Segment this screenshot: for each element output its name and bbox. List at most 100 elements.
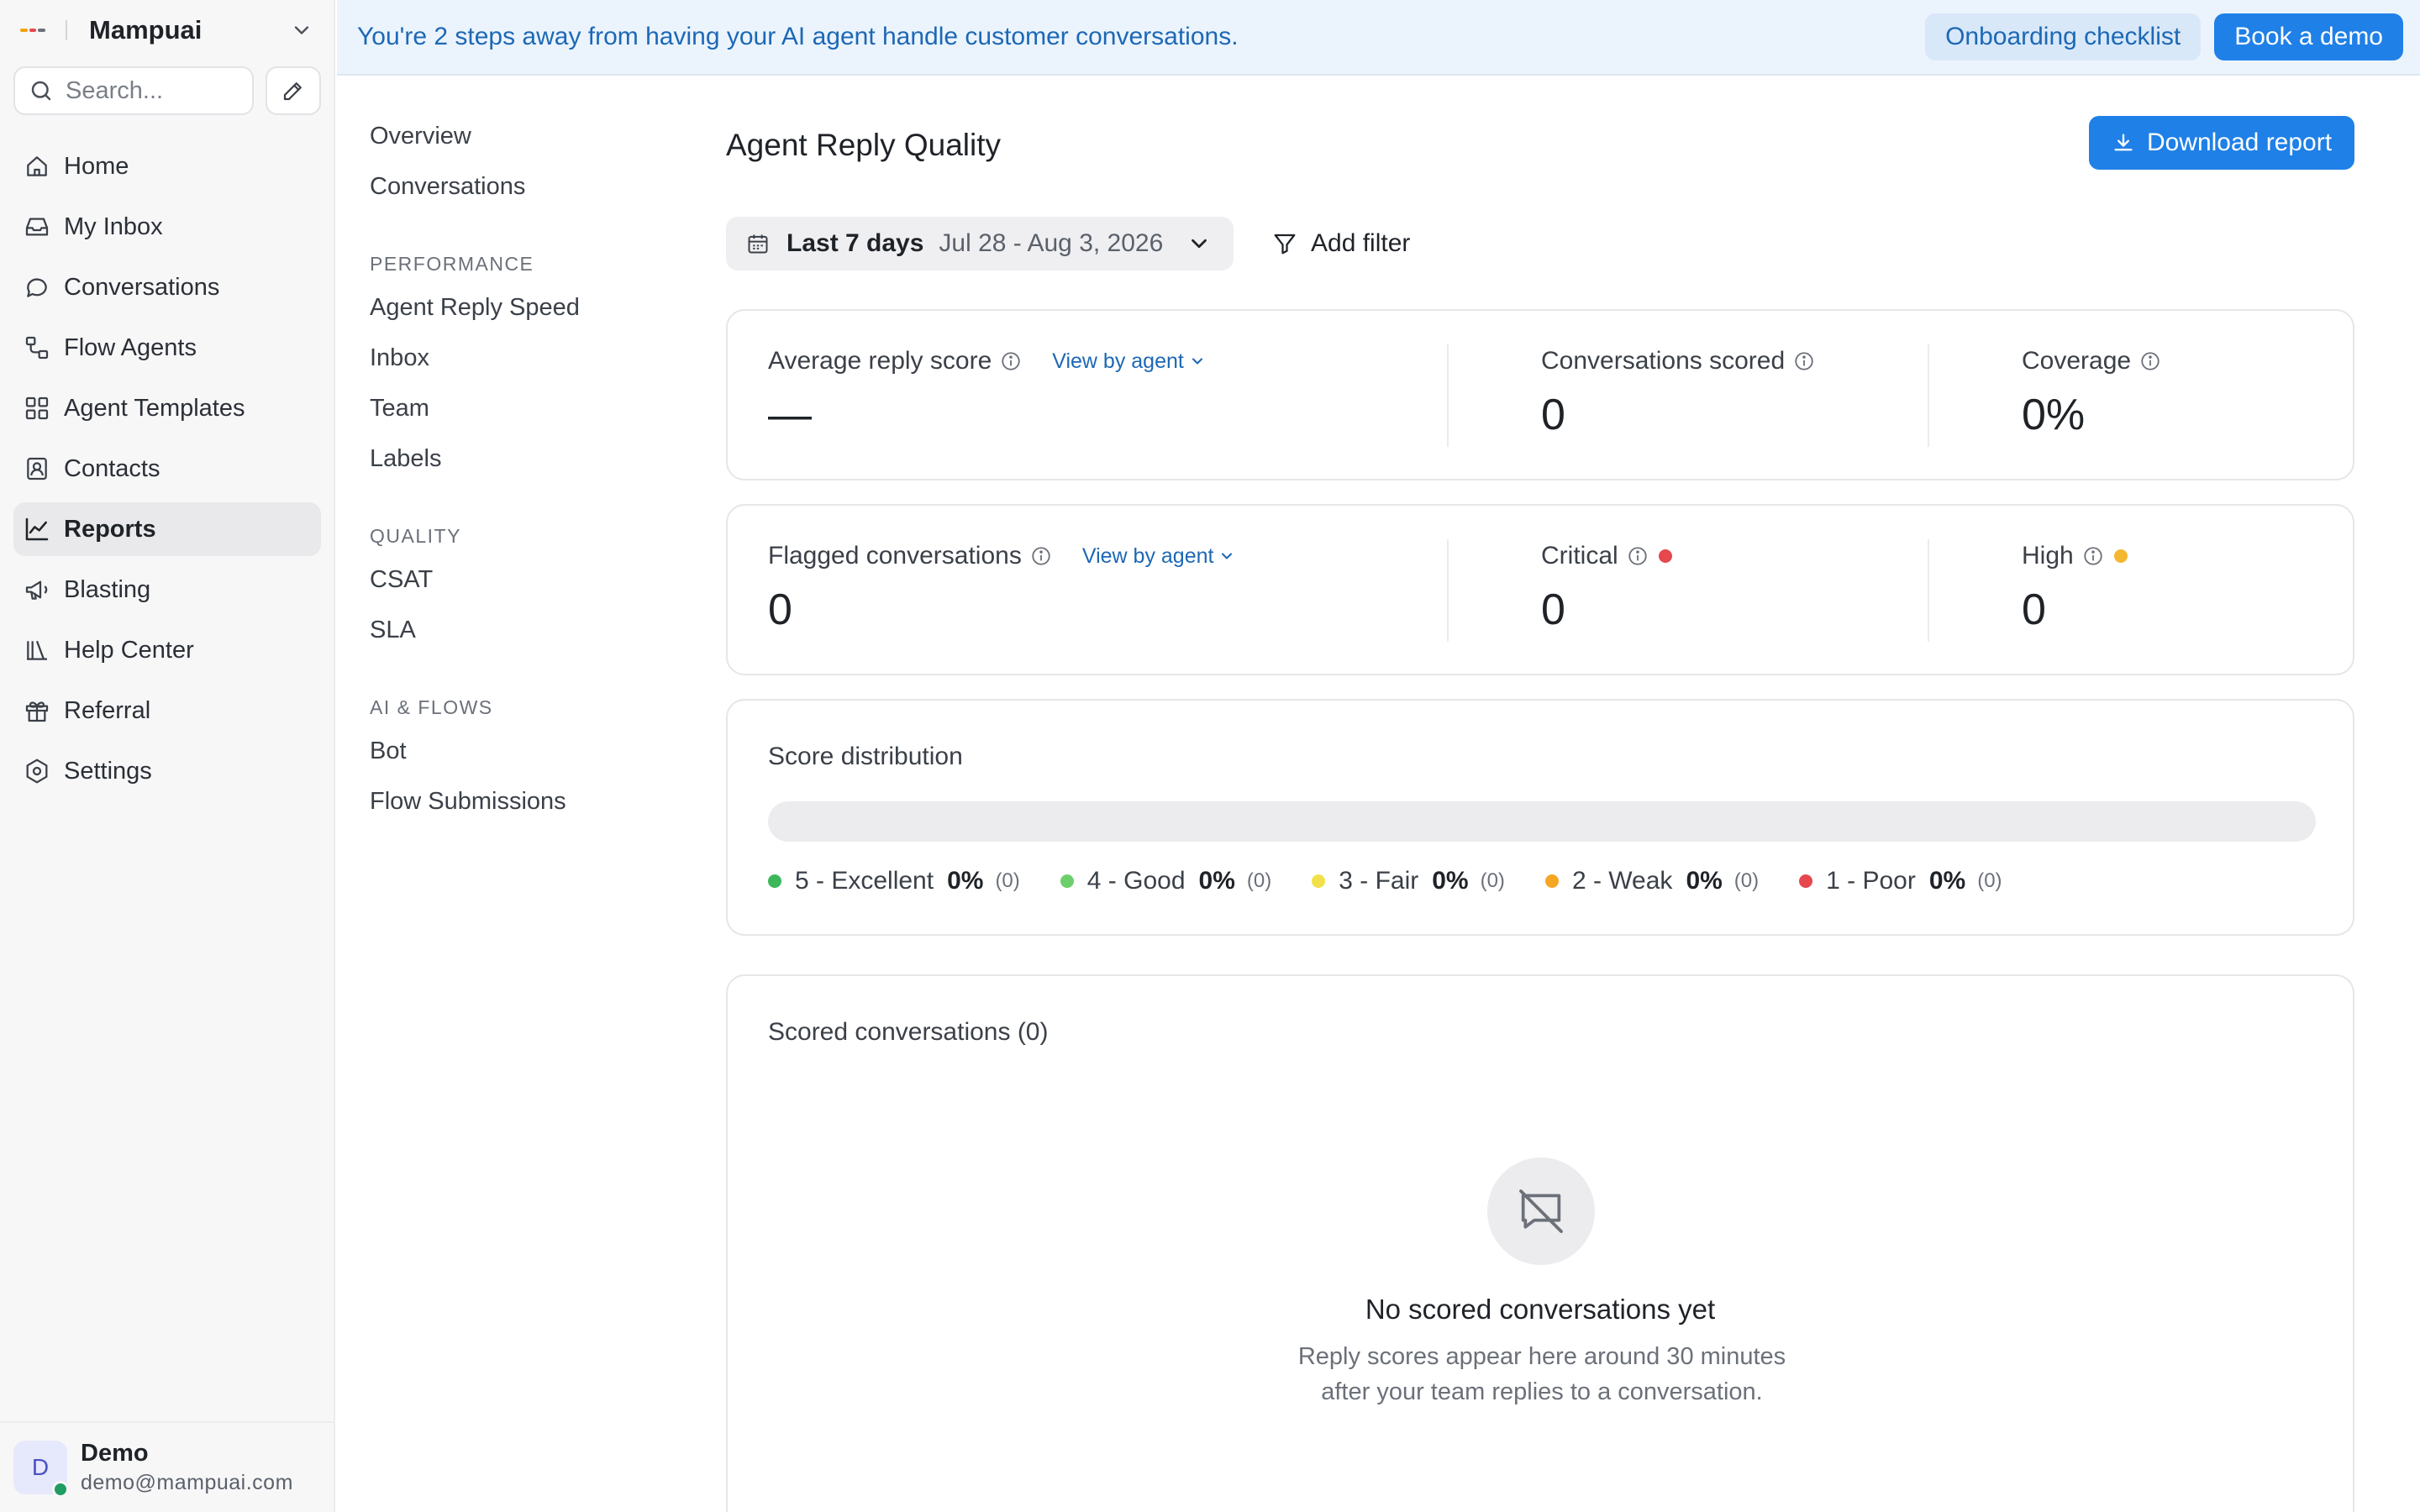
- compose-button[interactable]: [266, 66, 321, 115]
- info-icon[interactable]: [1030, 545, 1052, 567]
- info-icon[interactable]: [1627, 545, 1649, 567]
- legend-percent: 0%: [1432, 867, 1469, 895]
- sidebar-item-help-center[interactable]: Help Center: [13, 623, 321, 677]
- info-icon[interactable]: [1793, 350, 1815, 372]
- subnav-item-inbox[interactable]: Inbox: [370, 333, 672, 383]
- average-reply-score-label: Average reply score: [768, 347, 992, 375]
- onboarding-banner: You're 2 steps away from having your AI …: [337, 0, 2420, 76]
- sidebar-item-reports[interactable]: Reports: [13, 502, 321, 556]
- sidebar-item-flow-agents[interactable]: Flow Agents: [13, 321, 321, 375]
- sidebar-item-label: Contacts: [64, 454, 160, 482]
- score-distribution-bar: [768, 801, 2316, 842]
- coverage-label: Coverage: [2022, 347, 2132, 375]
- workspace-logo: [20, 28, 46, 33]
- sidebar-nav: Home My Inbox Conversations Flow Agents …: [13, 139, 321, 805]
- reports-subnav: Overview Conversations PERFORMANCE Agent…: [370, 111, 672, 827]
- subnav-item-agent-reply-speed[interactable]: Agent Reply Speed: [370, 282, 672, 333]
- legend-count: (0): [995, 869, 1020, 892]
- chevron-down-icon: [1213, 548, 1235, 564]
- subnav-item-conversations[interactable]: Conversations: [370, 161, 672, 212]
- summary-card: Average reply score View by agent — Conv…: [726, 309, 2354, 480]
- sidebar-item-conversations[interactable]: Conversations: [13, 260, 321, 314]
- download-report-button[interactable]: Download report: [2089, 116, 2354, 170]
- chevron-down-icon: [1184, 353, 1206, 370]
- legend-label: 1 - Poor: [1826, 867, 1916, 895]
- online-status-dot: [52, 1481, 69, 1498]
- home-icon: [24, 153, 64, 180]
- avatar: D: [13, 1441, 69, 1498]
- view-by-agent-link[interactable]: View by agent: [1052, 349, 1206, 374]
- conversations-scored-value: 0: [1541, 391, 1565, 439]
- score-distribution-card: Score distribution 5 - Excellent 0% (0) …: [726, 699, 2354, 936]
- sidebar-item-home[interactable]: Home: [13, 139, 321, 193]
- sidebar-item-label: Blasting: [64, 575, 151, 603]
- legend-dot: [1799, 874, 1813, 888]
- critical-value: 0: [1541, 585, 1565, 634]
- chevron-down-icon: [1186, 231, 1212, 256]
- sidebar-item-label: Help Center: [64, 636, 194, 664]
- subnav-item-csat[interactable]: CSAT: [370, 554, 672, 605]
- subnav-item-overview[interactable]: Overview: [370, 111, 672, 161]
- workspace-switcher[interactable]: Mampuai: [0, 0, 335, 60]
- flagged-conversations-label: Flagged conversations: [768, 542, 1022, 570]
- sidebar-item-my-inbox[interactable]: My Inbox: [13, 200, 321, 254]
- info-icon[interactable]: [1000, 350, 1022, 372]
- empty-state-description: Reply scores appear here around 30 minut…: [1297, 1343, 1786, 1405]
- search-input[interactable]: [66, 76, 234, 105]
- library-icon: [24, 637, 64, 664]
- download-report-label: Download report: [2146, 129, 2333, 156]
- high-severity-dot: [2113, 549, 2128, 563]
- subnav-heading-quality: QUALITY: [370, 525, 461, 547]
- empty-state-title: No scored conversations yet: [1365, 1294, 1716, 1325]
- search-box[interactable]: [13, 66, 254, 115]
- date-range-picker[interactable]: Last 7 days Jul 28 - Aug 3, 2026: [726, 217, 1234, 270]
- conversations-scored-metric: Conversations scored 0: [1541, 344, 1815, 440]
- user-email: demo@mampuai.com: [81, 1471, 293, 1494]
- sidebar-item-label: Flow Agents: [64, 333, 197, 361]
- legend-percent: 0%: [947, 867, 984, 895]
- legend-dot: [1544, 874, 1559, 888]
- onboarding-checklist-button[interactable]: Onboarding checklist: [1925, 13, 2202, 60]
- gift-icon: [24, 697, 64, 724]
- subnav-item-labels[interactable]: Labels: [370, 433, 672, 484]
- critical-label: Critical: [1541, 542, 1618, 570]
- sidebar-item-label: My Inbox: [64, 213, 163, 240]
- avatar-initial: D: [31, 1454, 50, 1480]
- info-icon[interactable]: [2082, 545, 2104, 567]
- legend-percent: 0%: [1198, 867, 1235, 895]
- sidebar-item-settings[interactable]: Settings: [13, 744, 321, 798]
- score-distribution-title: Score distribution: [768, 743, 963, 770]
- scored-conversations-title: Scored conversations (0): [768, 1018, 1049, 1046]
- sidebar-item-label: Referral: [64, 696, 151, 724]
- subnav-item-team[interactable]: Team: [370, 383, 672, 433]
- page-title: Agent Reply Quality: [726, 128, 1002, 162]
- legend-count: (0): [1733, 869, 1760, 892]
- legend-label: 5 - Excellent: [795, 867, 934, 895]
- sidebar-item-blasting[interactable]: Blasting: [13, 563, 321, 617]
- legend-item-good: 4 - Good 0% (0): [1060, 867, 1271, 895]
- info-icon[interactable]: [2139, 350, 2161, 372]
- chat-bubble-icon: [24, 274, 64, 301]
- legend-label: 2 - Weak: [1571, 867, 1673, 895]
- add-filter-button[interactable]: Add filter: [1272, 217, 1410, 270]
- sidebar-item-agent-templates[interactable]: Agent Templates: [13, 381, 321, 435]
- subnav-item-sla[interactable]: SLA: [370, 605, 672, 655]
- legend-item-weak: 2 - Weak 0% (0): [1544, 867, 1760, 895]
- sidebar: Mampuai Home My Inbox Conversations F: [0, 0, 335, 1512]
- sidebar-item-referral[interactable]: Referral: [13, 684, 321, 738]
- view-by-agent-label: View by agent: [1052, 349, 1184, 373]
- view-by-agent-link[interactable]: View by agent: [1082, 544, 1236, 569]
- legend-label: 3 - Fair: [1339, 867, 1419, 895]
- inbox-icon: [24, 213, 64, 240]
- sidebar-item-label: Conversations: [64, 273, 220, 301]
- user-name: Demo: [81, 1440, 149, 1467]
- subnav-item-flow-submissions[interactable]: Flow Submissions: [370, 776, 672, 827]
- sidebar-item-contacts[interactable]: Contacts: [13, 442, 321, 496]
- legend-dot: [1060, 874, 1074, 888]
- date-range-label: Last 7 days: [786, 229, 924, 257]
- subnav-item-bot[interactable]: Bot: [370, 726, 672, 776]
- user-profile[interactable]: D Demo demo@mampuai.com: [0, 1421, 335, 1512]
- workspace-name: Mampuai: [89, 15, 203, 45]
- book-demo-button[interactable]: Book a demo: [2214, 13, 2403, 60]
- view-by-agent-label: View by agent: [1081, 543, 1214, 568]
